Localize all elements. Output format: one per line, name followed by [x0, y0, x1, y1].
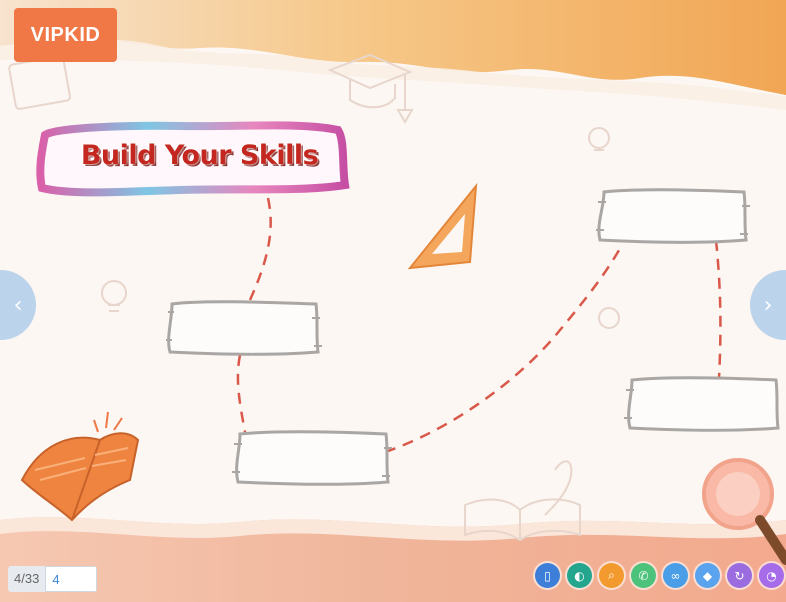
- globe-icon: ◐: [574, 568, 585, 583]
- slide-title: Build Your Skills: [80, 139, 320, 172]
- link-icon: ∞: [670, 568, 681, 583]
- eraser-icon: ◆: [702, 568, 713, 583]
- tool-button-clock[interactable]: ◔: [759, 563, 784, 588]
- triangle-ruler: [407, 182, 478, 270]
- search-icon: ⌕: [608, 568, 615, 582]
- tool-button-search[interactable]: ⌕: [599, 563, 624, 588]
- slide-background: [0, 0, 786, 602]
- refresh-icon: ↻: [734, 568, 745, 583]
- lesson-slide: VIPKID Build Your Skills ‹ › 4/33 ▯ ◐ ⌕ ✆ ∞ ◆…: [0, 0, 786, 602]
- chevron-right-icon: ›: [763, 292, 773, 318]
- page-count: 4/33: [14, 571, 40, 586]
- clock-icon: ◔: [766, 568, 777, 583]
- tool-button-eraser[interactable]: ◆: [695, 563, 720, 588]
- chat-icon: ✆: [638, 568, 649, 583]
- pager: 4/33: [8, 566, 98, 592]
- tool-button-globe[interactable]: ◐: [567, 563, 592, 588]
- tool-button-link[interactable]: ∞: [663, 563, 688, 588]
- book-illustration: [20, 411, 140, 522]
- vipkid-logo: VIPKID: [14, 8, 117, 62]
- tool-button-refresh[interactable]: ↻: [727, 563, 752, 588]
- page-number-input[interactable]: [45, 566, 98, 592]
- tool-button-chat[interactable]: ✆: [631, 563, 656, 588]
- tool-bar: ▯ ◐ ⌕ ✆ ∞ ◆ ↻ ◔: [535, 563, 784, 588]
- slides-icon: ▯: [544, 568, 551, 583]
- chevron-left-icon: ‹: [13, 292, 23, 318]
- tool-button-slides[interactable]: ▯: [535, 563, 560, 588]
